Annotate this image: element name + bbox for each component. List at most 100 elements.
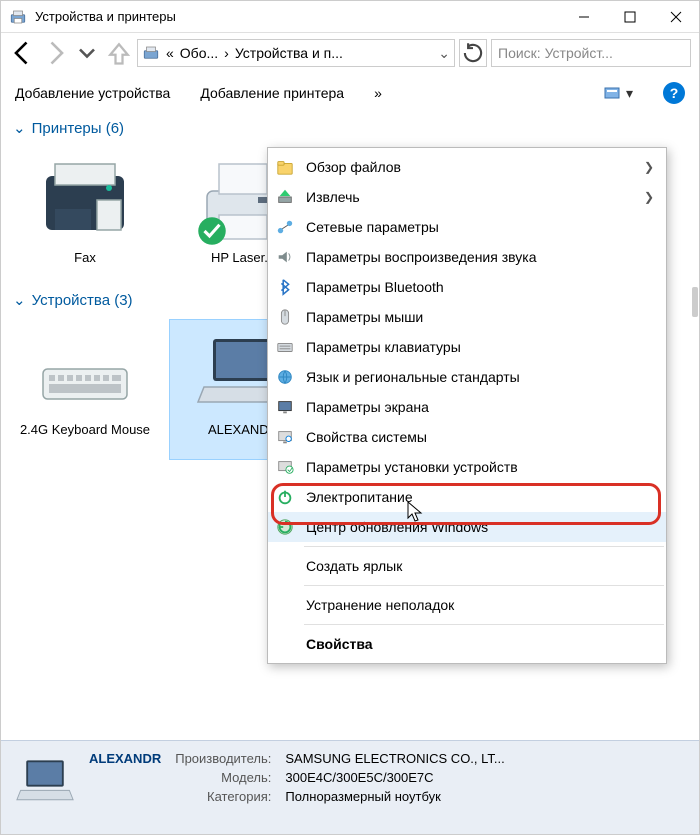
chevron-down-icon: ⌄ [13, 291, 26, 309]
region-icon [274, 366, 296, 388]
status-key-model: Модель: [175, 770, 277, 785]
menu-item-label: Свойства [306, 636, 654, 652]
menu-item-label: Свойства системы [306, 429, 654, 445]
maximize-button[interactable] [607, 1, 653, 33]
window-title: Устройства и принтеры [35, 9, 561, 24]
minimize-button[interactable] [561, 1, 607, 33]
menu-item[interactable]: Устранение неполадок [268, 590, 666, 620]
add-printer-button[interactable]: Добавление принтера [200, 85, 344, 101]
chevron-down-icon: ▾ [626, 85, 633, 102]
menu-separator [304, 585, 664, 586]
status-pane: ALEXANDR Производитель: SAMSUNG ELECTRON… [1, 740, 699, 834]
view-options-button[interactable]: ▾ [604, 85, 633, 102]
menu-item[interactable]: Извлечь❯ [268, 182, 666, 212]
status-val-manufacturer: SAMSUNG ELECTRONICS CO., LT... [285, 751, 504, 766]
menu-item[interactable]: Создать ярлык [268, 551, 666, 581]
menu-item[interactable]: Центр обновления Windows [268, 512, 666, 542]
status-val-category: Полноразмерный ноутбук [285, 789, 504, 804]
menu-separator [304, 546, 664, 547]
device-label: HP Laser... [211, 250, 275, 266]
more-button[interactable]: » [374, 85, 382, 101]
fax-icon [37, 152, 133, 248]
status-key-category: Категория: [175, 789, 277, 804]
keyboard-icon [37, 324, 133, 420]
close-button[interactable] [653, 1, 699, 33]
status-val-model: 300E4C/300E5C/300E7C [285, 770, 504, 785]
recent-button[interactable] [73, 39, 101, 67]
setup-icon [274, 456, 296, 478]
menu-item[interactable]: Свойства системы [268, 422, 666, 452]
menu-item-label: Параметры Bluetooth [306, 279, 654, 295]
keyboard-icon [274, 336, 296, 358]
menu-item[interactable]: Обзор файлов ❯ [268, 152, 666, 182]
menu-item-label: Сетевые параметры [306, 219, 654, 235]
scrollbar[interactable] [692, 287, 698, 317]
breadcrumb-sep-icon: › [224, 45, 229, 61]
network-icon [274, 216, 296, 238]
submenu-arrow-icon: ❯ [644, 160, 654, 174]
devices-printers-icon [9, 8, 27, 26]
blank-icon [274, 555, 296, 577]
menu-item[interactable]: Параметры воспроизведения звука [268, 242, 666, 272]
monitor-icon [274, 396, 296, 418]
device-label: 2.4G Keyboard Mouse [20, 422, 150, 438]
menu-item[interactable]: Электропитание [268, 482, 666, 512]
system-icon [274, 426, 296, 448]
device-label: Fax [74, 250, 96, 266]
breadcrumb-item[interactable]: Устройства и п... [235, 45, 343, 61]
navbar: « Обо... › Устройства и п... ⌄ Поиск: Ус… [1, 33, 699, 73]
breadcrumb-item[interactable]: Обо... [180, 45, 218, 61]
laptop-icon [15, 751, 75, 811]
up-button[interactable] [105, 39, 133, 67]
chevron-down-icon: ⌄ [13, 119, 26, 137]
section-header-printers[interactable]: ⌄ Принтеры (6) [1, 113, 699, 143]
forward-button[interactable] [41, 39, 69, 67]
menu-item[interactable]: Сетевые параметры [268, 212, 666, 242]
device-item[interactable]: Fax [11, 147, 159, 271]
search-input[interactable]: Поиск: Устройст... [491, 39, 691, 67]
menu-item[interactable]: Свойства [268, 629, 666, 659]
blank-icon [274, 633, 296, 655]
menu-item-label: Параметры установки устройств [306, 459, 654, 475]
add-device-button[interactable]: Добавление устройства [15, 85, 170, 101]
power-icon [274, 486, 296, 508]
search-placeholder: Поиск: Устройст... [498, 45, 613, 61]
mouse-icon [274, 306, 296, 328]
submenu-arrow-icon: ❯ [644, 190, 654, 204]
folder-icon [274, 156, 296, 178]
titlebar: Устройства и принтеры [1, 1, 699, 33]
device-item[interactable]: 2.4G Keyboard Mouse [11, 319, 159, 460]
status-name: ALEXANDR [89, 751, 161, 766]
menu-item[interactable]: Параметры установки устройств [268, 452, 666, 482]
menu-item-label: Параметры клавиатуры [306, 339, 654, 355]
menu-item-label: Устранение неполадок [306, 597, 654, 613]
menu-item-label: Обзор файлов [306, 159, 634, 175]
update-icon [274, 516, 296, 538]
eject-icon [274, 186, 296, 208]
refresh-button[interactable] [459, 39, 487, 67]
menu-item[interactable]: Параметры клавиатуры [268, 332, 666, 362]
blank-icon [274, 594, 296, 616]
menu-item-label: Параметры экрана [306, 399, 654, 415]
address-bar[interactable]: « Обо... › Устройства и п... ⌄ [137, 39, 455, 67]
section-title: Устройства (3) [32, 292, 133, 309]
section-title: Принтеры (6) [32, 120, 124, 137]
menu-item-label: Электропитание [306, 489, 654, 505]
menu-item-label: Параметры мыши [306, 309, 654, 325]
menu-item[interactable]: Параметры экрана [268, 392, 666, 422]
menu-item-label: Создать ярлык [306, 558, 654, 574]
help-button[interactable]: ? [663, 82, 685, 104]
back-button[interactable] [9, 39, 37, 67]
toolbar: Добавление устройства Добавление принтер… [1, 73, 699, 113]
status-key-manufacturer: Производитель: [175, 751, 277, 766]
menu-item[interactable]: Язык и региональные стандарты [268, 362, 666, 392]
menu-item-label: Центр обновления Windows [306, 519, 654, 535]
address-dropdown-icon[interactable]: ⌄ [438, 45, 450, 62]
menu-item-label: Язык и региональные стандарты [306, 369, 654, 385]
menu-item[interactable]: Параметры мыши [268, 302, 666, 332]
menu-item[interactable]: Параметры Bluetooth [268, 272, 666, 302]
breadcrumb-guillemet: « [166, 45, 174, 61]
bluetooth-icon [274, 276, 296, 298]
context-menu: Обзор файлов❯Извлечь❯Сетевые параметрыПа… [267, 147, 667, 664]
menu-separator [304, 624, 664, 625]
